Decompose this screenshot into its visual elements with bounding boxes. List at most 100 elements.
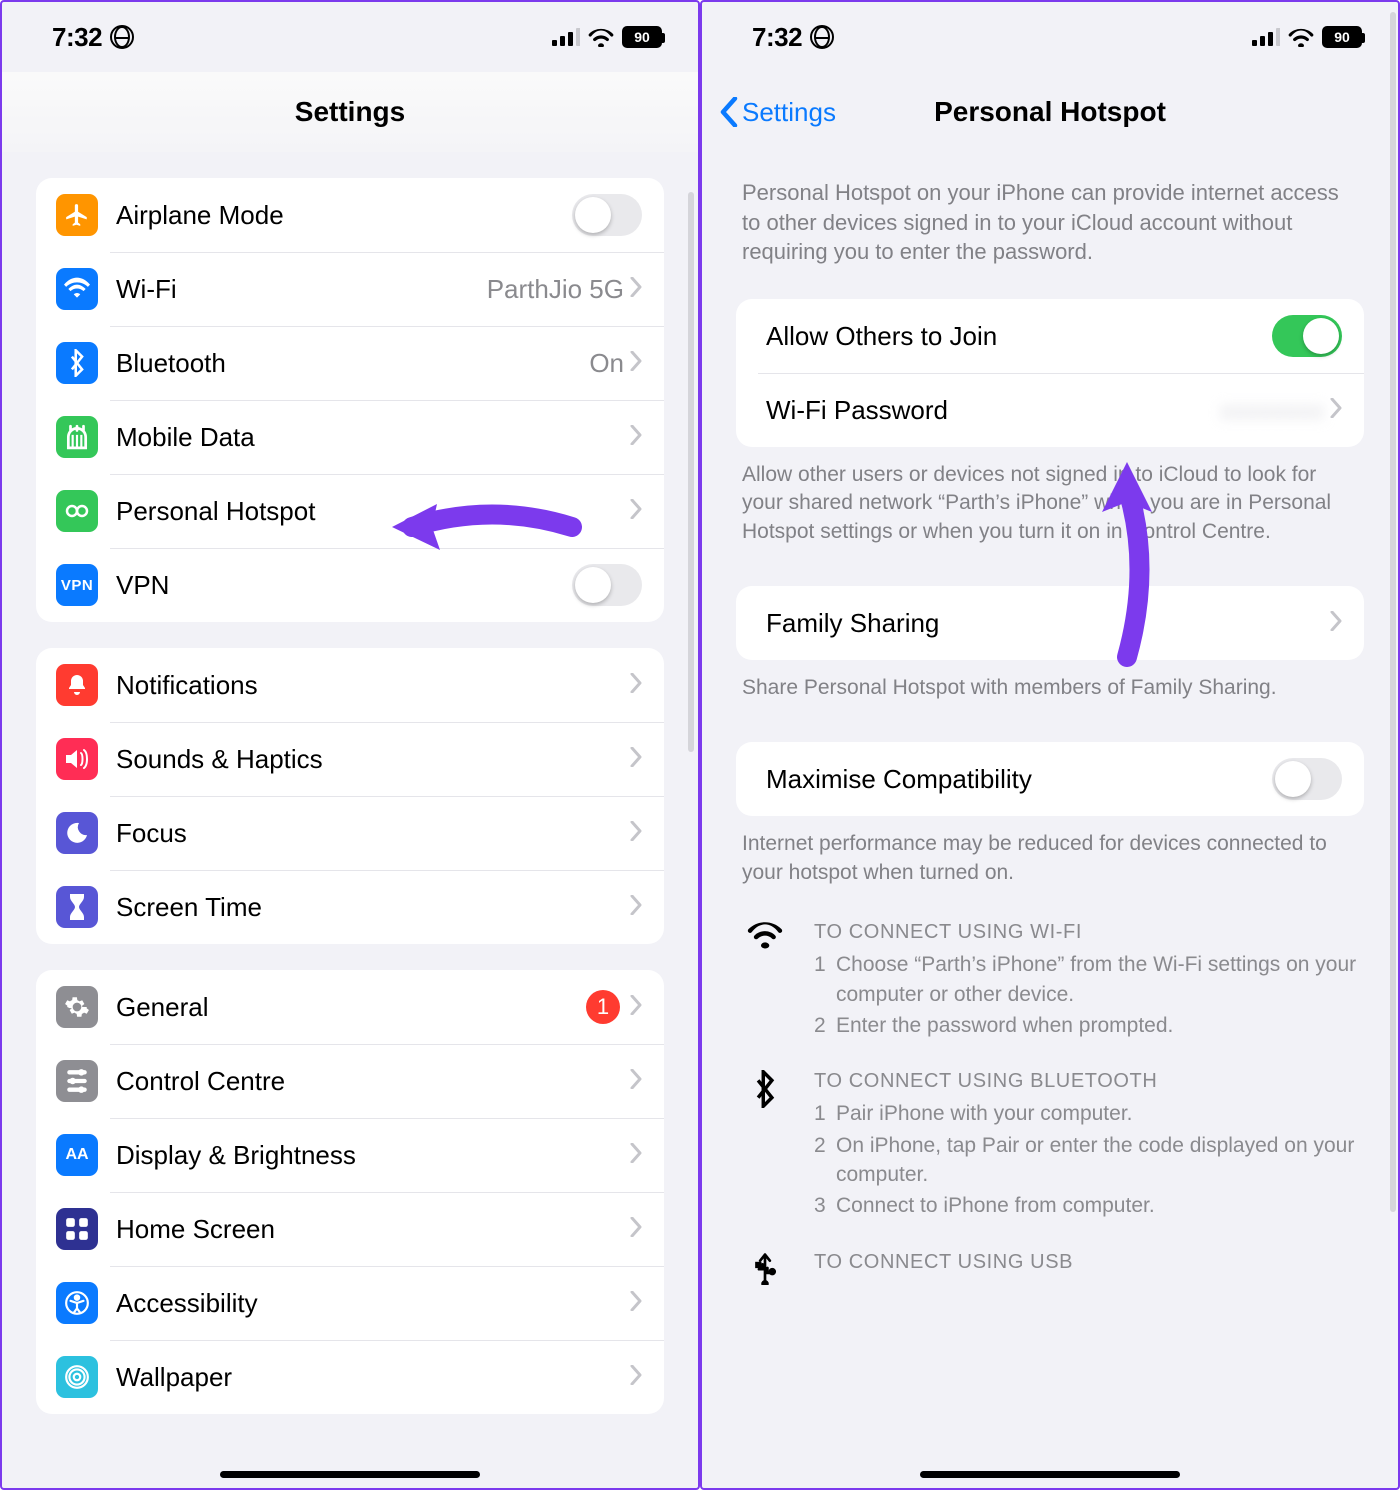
row-family-sharing[interactable]: Family Sharing [736, 586, 1364, 660]
row-label: Notifications [116, 670, 630, 701]
toggle[interactable] [1272, 758, 1342, 800]
connect-wifi: TO CONNECT USING WI-FI Choose “Parth’s iP… [702, 911, 1398, 1060]
screenshot-hotspot: 7:32 90 Settings Personal Hotspot Person… [700, 0, 1400, 1490]
scroll-indicator[interactable] [1390, 12, 1396, 1212]
intro-note: Personal Hotspot on your iPhone can prov… [702, 152, 1398, 283]
row-label: Wallpaper [116, 1362, 630, 1393]
wifi-icon [56, 268, 98, 310]
scroll-indicator[interactable] [688, 192, 694, 752]
chevron-right-icon [630, 1291, 642, 1316]
home-indicator[interactable] [220, 1471, 480, 1478]
control-icon [56, 1060, 98, 1102]
row-mobile-data[interactable]: Mobile Data [36, 400, 664, 474]
chevron-right-icon [630, 1217, 642, 1242]
battery-indicator: 90 [1322, 26, 1362, 48]
row-detail: ParthJio 5G [487, 274, 624, 305]
row-wi-fi[interactable]: Wi-FiParthJio 5G [36, 252, 664, 326]
airplane-icon [56, 194, 98, 236]
chevron-right-icon [630, 821, 642, 846]
row-bluetooth[interactable]: BluetoothOn [36, 326, 664, 400]
cellular-icon [552, 28, 580, 46]
compat-card: Maximise Compatibility [736, 742, 1364, 816]
wifi-icon [742, 921, 788, 1042]
settings-group-1: Notifications Sounds & Haptics Focus Screen… [36, 648, 664, 944]
focus-icon [56, 812, 98, 854]
wall-icon [56, 1356, 98, 1398]
row-label: Sounds & Haptics [116, 744, 630, 775]
screenshot-settings: 7:32 90 Settings Airplane ModeWi-FiParth… [0, 0, 700, 1490]
status-time: 7:32 [752, 22, 802, 53]
row-personal-hotspot[interactable]: Personal Hotspot [36, 474, 664, 548]
back-button[interactable]: Settings [720, 72, 836, 152]
row-label: Home Screen [116, 1214, 630, 1245]
row-wi-fi-password[interactable]: Wi-Fi Passwordxxxxxxxx [736, 373, 1364, 447]
chevron-right-icon [630, 1069, 642, 1094]
row-label: General [116, 992, 586, 1023]
toggle[interactable] [572, 194, 642, 236]
row-airplane-mode[interactable]: Airplane Mode [36, 178, 664, 252]
row-maximise-compatibility[interactable]: Maximise Compatibility [736, 742, 1364, 816]
home-icon [56, 1208, 98, 1250]
general-icon [56, 986, 98, 1028]
row-label: Wi-Fi [116, 274, 487, 305]
chevron-right-icon [630, 351, 642, 376]
page-title: Personal Hotspot [934, 96, 1166, 128]
row-label: Bluetooth [116, 348, 589, 379]
row-general[interactable]: General1 [36, 970, 664, 1044]
compat-note: Internet performance may be reduced for … [702, 816, 1398, 911]
row-detail-hidden: xxxxxxxx [1220, 395, 1324, 426]
row-display-brightness[interactable]: AADisplay & Brightness [36, 1118, 664, 1192]
vpn-icon: VPN [56, 564, 98, 606]
row-home-screen[interactable]: Home Screen [36, 1192, 664, 1266]
page-title: Settings [295, 96, 405, 128]
row-label: Maximise Compatibility [766, 764, 1272, 795]
access-icon [56, 1282, 98, 1324]
chevron-right-icon [630, 425, 642, 450]
mobile-icon [56, 416, 98, 458]
cellular-icon [1252, 28, 1280, 46]
nav-bar: Settings Personal Hotspot [702, 72, 1398, 152]
family-note: Share Personal Hotspot with members of F… [702, 660, 1398, 726]
row-label: Allow Others to Join [766, 321, 1272, 352]
row-label: Accessibility [116, 1288, 630, 1319]
location-globe-icon [810, 25, 834, 49]
chevron-right-icon [1330, 398, 1342, 423]
row-label: Family Sharing [766, 608, 1330, 639]
chevron-right-icon [630, 747, 642, 772]
row-screen-time[interactable]: Screen Time [36, 870, 664, 944]
row-focus[interactable]: Focus [36, 796, 664, 870]
home-indicator[interactable] [920, 1471, 1180, 1478]
usb-icon [742, 1251, 788, 1285]
nav-bar: Settings [2, 72, 698, 152]
family-card: Family Sharing [736, 586, 1364, 660]
badge: 1 [586, 990, 620, 1024]
toggle[interactable] [572, 564, 642, 606]
row-label: Screen Time [116, 892, 630, 923]
row-label: Wi-Fi Password [766, 395, 1220, 426]
chevron-right-icon [630, 995, 642, 1020]
settings-group-2: General1Control CentreAADisplay & Bright… [36, 970, 664, 1414]
row-control-centre[interactable]: Control Centre [36, 1044, 664, 1118]
row-accessibility[interactable]: Accessibility [36, 1266, 664, 1340]
notif-icon [56, 664, 98, 706]
row-vpn[interactable]: VPN VPN [36, 548, 664, 622]
row-sounds-haptics[interactable]: Sounds & Haptics [36, 722, 664, 796]
chevron-right-icon [630, 1365, 642, 1390]
hotspot-main-card: Allow Others to Join Wi-Fi Passwordxxxxxx… [736, 299, 1364, 447]
row-allow-others-to-join[interactable]: Allow Others to Join [736, 299, 1364, 373]
connect-heading: TO CONNECT USING USB [814, 1251, 1073, 1274]
row-label: Mobile Data [116, 422, 630, 453]
connect-heading: TO CONNECT USING WI-FI [814, 921, 1358, 944]
chevron-right-icon [630, 1143, 642, 1168]
toggle[interactable] [1272, 315, 1342, 357]
battery-indicator: 90 [622, 26, 662, 48]
bt-icon [56, 342, 98, 384]
row-label: VPN [116, 570, 572, 601]
row-notifications[interactable]: Notifications [36, 648, 664, 722]
chevron-right-icon [1330, 611, 1342, 636]
status-time: 7:32 [52, 22, 102, 53]
hotspot-icon [56, 490, 98, 532]
row-wallpaper[interactable]: Wallpaper [36, 1340, 664, 1414]
chevron-right-icon [630, 895, 642, 920]
connect-steps: Choose “Parth’s iPhone” from the Wi-Fi s… [814, 950, 1358, 1040]
